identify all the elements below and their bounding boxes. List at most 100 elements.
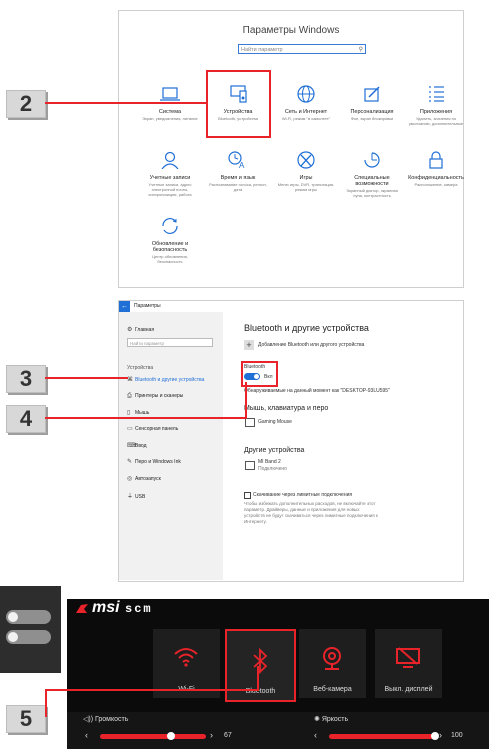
sidebar-item-usb[interactable]: ⏚ USB [127, 491, 145, 500]
tile-desc: Расположение, камера [414, 182, 458, 187]
tile-webcam[interactable]: Веб-камера [299, 629, 366, 698]
sidebar-search-input[interactable]: Найти параметр [127, 338, 213, 347]
tile-name: Учетные записи [149, 175, 191, 181]
webcam-icon [323, 647, 341, 670]
step-badge-5: 5 [6, 705, 46, 733]
volume-slider[interactable] [100, 734, 206, 739]
time-language-icon: A [228, 151, 245, 169]
tile-desc: Экранный диктор, экранная лупа, контраст… [346, 188, 398, 198]
tile-desc: Фон, экран блокировки [350, 116, 394, 121]
tile-name: Персонализация [350, 109, 394, 115]
volume-label-row: ◁)) Громкость [83, 715, 128, 723]
pen-icon [364, 86, 380, 102]
tile-time-language[interactable]: A Время и язык Распознавание голоса, рег… [207, 151, 269, 192]
tile-wifi[interactable]: Wi-Fi [153, 629, 220, 698]
other-device[interactable]: MI Band 2 [258, 459, 281, 465]
tile-accounts[interactable]: Учетные записи Учетные записи, адрес эле… [139, 151, 201, 197]
tile-name: Сеть и Интернет [284, 109, 328, 115]
home-gear-icon: ⚙ [127, 327, 133, 333]
brightness-decrease-icon[interactable]: ‹ [314, 730, 317, 740]
keyboard-icon [245, 418, 255, 427]
tile-name: Игры [299, 175, 313, 181]
sidebar-section-label: Устройства [127, 365, 154, 371]
search-placeholder: Найти параметр [241, 47, 283, 53]
msi-scm-panel: msi SCM Wi-Fi Bluetooth Веб-камера Выкл.… [67, 599, 489, 749]
brightness-knob[interactable] [431, 732, 439, 740]
usb-icon: ⏚ [127, 494, 134, 500]
tile-accessibility[interactable]: Специальные возможности Экранный диктор,… [341, 151, 403, 198]
tile-name: Конфиденциальность [408, 175, 464, 181]
tile-network[interactable]: Сеть и Интернет Wi-Fi, режим "в самолете… [275, 85, 337, 121]
sidebar-item-autoplay[interactable]: ◎ Автозапуск [127, 475, 161, 482]
tile-apps[interactable]: Приложения Удалить, значения по умолчани… [405, 85, 467, 126]
tile-personalization[interactable]: Персонализация Фон, экран блокировки [341, 85, 403, 121]
tile-desc: Учетные записи, адрес электронной почты,… [148, 182, 192, 197]
sidebar-item-pen[interactable]: ✎ Перо и Windows Ink [127, 458, 181, 465]
toggle-knob [8, 632, 18, 642]
windows-settings-panel: Параметры Windows Найти параметр ⚲ Систе… [118, 10, 464, 288]
brightness-slider[interactable] [329, 734, 435, 739]
brightness-increase-icon[interactable]: › [439, 730, 442, 740]
tile-desc: Экран, уведомления, питание [142, 116, 198, 121]
volume-knob[interactable] [167, 732, 176, 740]
sidebar-item-printers[interactable]: ⎙ Принтеры и сканеры [127, 393, 183, 400]
sun-icon: ✺ [314, 716, 322, 723]
window-title: Параметры [134, 303, 161, 309]
brand-logo: msi [92, 599, 120, 616]
wifi-icon [174, 648, 198, 667]
step-badge-2: 2 [6, 90, 46, 118]
volume-increase-icon[interactable]: › [210, 730, 213, 740]
tile-privacy[interactable]: Конфиденциальность Расположение, камера [405, 151, 467, 187]
msi-dragon-icon [75, 602, 89, 614]
metered-description: Чтобы избежать дополнительных расходов, … [244, 501, 378, 524]
sidebar-item-home[interactable]: ⚙ Главная [127, 326, 154, 333]
sidebar-label: Принтеры и сканеры [135, 393, 184, 399]
volume-value: 67 [224, 732, 232, 739]
mouse-device[interactable]: Gaming Mouse [258, 419, 292, 425]
tile-label: Выкл. дисплей [384, 686, 433, 693]
toggle-knob [8, 612, 18, 622]
connector-line-4-vertical [245, 382, 247, 419]
tile-bluetooth[interactable]: Bluetooth [225, 629, 296, 702]
page-title: Bluetooth и другие устройства [244, 323, 369, 333]
settings-search-input[interactable]: Найти параметр ⚲ [238, 44, 366, 54]
brightness-value: 100 [451, 732, 463, 739]
sidebar-label: Мышь [135, 410, 150, 416]
scm-toggle-app-icon[interactable] [0, 586, 61, 673]
tile-name: Специальные возможности [354, 175, 390, 187]
connector-line-5-vertical [45, 689, 47, 717]
step-badge-3: 3 [6, 365, 46, 393]
other-section-title: Другие устройства [244, 447, 305, 454]
sidebar-item-bluetooth[interactable]: ⌘ Bluetooth и другие устройства [127, 376, 204, 383]
sidebar-label: Главная [135, 327, 155, 333]
printer-icon: ⎙ [127, 393, 132, 399]
add-device-button[interactable]: Добавление Bluetooth или другого устройс… [258, 342, 364, 348]
devices-settings-panel: ← Параметры ⚙ Главная Найти параметр Устр… [118, 300, 464, 582]
volume-decrease-icon[interactable]: ‹ [85, 730, 88, 740]
tile-desc: Распознавание голоса, регион, дата [209, 182, 267, 192]
sidebar-item-touchpad[interactable]: ▭ Сенсорная панель [127, 425, 178, 432]
tile-update-security[interactable]: Обновление и безопасность Центр обновлен… [139, 217, 201, 264]
sidebar-label: USB [135, 494, 146, 500]
tile-display-off[interactable]: Выкл. дисплей [375, 629, 442, 698]
add-icon[interactable]: + [244, 340, 254, 350]
sidebar-item-typing[interactable]: ⌨Ввод [127, 442, 147, 449]
tile-name: Время и язык [220, 175, 256, 181]
brightness-label: Яркость [321, 716, 349, 723]
person-icon [161, 151, 179, 169]
tile-gaming[interactable]: Игры Меню игры, DVR, трансляция, режим и… [275, 151, 337, 192]
window-titlebar: ← Параметры [119, 301, 463, 312]
sidebar-label: Перо и Windows Ink [135, 459, 181, 465]
speaker-icon: ◁)) [83, 716, 95, 723]
sliders-area [67, 712, 489, 749]
tile-name: Система [158, 109, 182, 115]
sidebar-label: Bluetooth и другие устройства [135, 377, 205, 383]
sidebar-item-mouse[interactable]: ▯ Мышь [127, 409, 149, 416]
bluetooth-icon [253, 648, 268, 674]
metered-checkbox[interactable] [244, 492, 251, 499]
toggle-bottom [6, 630, 51, 644]
back-arrow-icon[interactable]: ← [119, 301, 130, 312]
highlight-devices [206, 70, 271, 138]
connector-line-5 [45, 689, 259, 691]
tile-desc: Удалить, значения по умолчанию, дополнит… [408, 116, 464, 126]
